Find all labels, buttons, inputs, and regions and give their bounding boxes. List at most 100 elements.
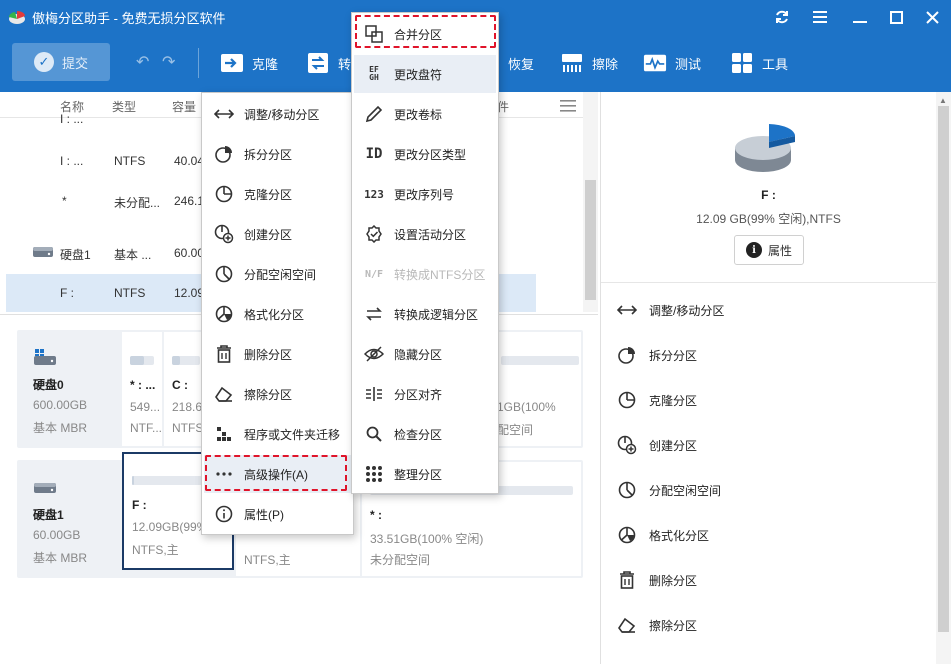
id-icon: ID <box>365 146 383 162</box>
details-scroll-thumb[interactable] <box>938 106 949 632</box>
highlight-merge <box>355 15 496 48</box>
submenu-item-convert-logical[interactable]: 转换成逻辑分区 <box>354 295 496 333</box>
toolbar-recover-label: 恢复 <box>508 56 535 72</box>
menu-item-clone[interactable]: 克隆分区 <box>204 175 352 213</box>
align-icon <box>364 384 384 404</box>
window-title: 傲梅分区助手 - 免费无损分区软件 <box>32 11 226 26</box>
menu-item-format[interactable]: 格式化分区 <box>204 295 352 333</box>
menu-item-label: 调整/移动分区 <box>244 107 320 122</box>
resize-arrows-icon <box>617 300 637 320</box>
refresh-icon[interactable] <box>770 6 794 28</box>
row-name: * <box>62 194 67 208</box>
toolbar-convert-button[interactable]: 转 <box>306 48 351 78</box>
action-split[interactable]: 拆分分区 <box>617 343 697 367</box>
menu-item-resize-move[interactable]: 调整/移动分区 <box>204 95 352 133</box>
partition-size: 549... <box>130 400 161 414</box>
highlight-advanced <box>205 455 347 491</box>
menu-item-create[interactable]: 创建分区 <box>204 215 352 253</box>
submenu-item-convert-ntfs[interactable]: N/F 转换成NTFS分区 <box>354 255 496 293</box>
menu-item-delete[interactable]: 删除分区 <box>204 335 352 373</box>
redo-icon[interactable]: ↷ <box>162 52 175 72</box>
pencil-icon <box>364 104 384 124</box>
selected-partition-detail: 12.09 GB(99% 空闲),NTFS <box>696 212 841 226</box>
row-type: NTFS <box>114 286 146 300</box>
submenu-item-hide[interactable]: 隐藏分区 <box>354 335 496 373</box>
submenu-item-change-label[interactable]: 更改卷标 <box>354 95 496 133</box>
disk-type: 基本 MBR <box>33 421 88 435</box>
menu-item-allocate-free[interactable]: 分配空闲空间 <box>204 255 352 293</box>
submenu-item-change-serial[interactable]: 123 更改序列号 <box>354 175 496 213</box>
toolbar-recover-button[interactable]: 恢复 <box>508 48 534 78</box>
action-delete[interactable]: 删除分区 <box>617 568 697 592</box>
row-capacity: 12.09 <box>174 286 205 300</box>
drive-letter-icon: EF GH <box>369 65 379 82</box>
toolbar-tools-button[interactable]: 工具 <box>730 48 788 78</box>
action-clone[interactable]: 克隆分区 <box>617 388 697 412</box>
menu-icon[interactable] <box>808 6 832 28</box>
submenu-item-change-type[interactable]: ID 更改分区类型 <box>354 135 496 173</box>
trash-icon <box>617 570 637 590</box>
menu-item-split[interactable]: 拆分分区 <box>204 135 352 173</box>
row-type: NTFS <box>114 154 146 168</box>
toolbar-wipe-button[interactable]: 擦除 <box>560 48 618 78</box>
convert-arrows-icon <box>364 304 384 324</box>
menu-item-properties[interactable]: 属性(P) <box>204 495 352 533</box>
column-menu-icon[interactable] <box>560 100 576 112</box>
properties-button[interactable]: i 属性 <box>734 235 804 265</box>
submenu-item-check[interactable]: 检查分区 <box>354 415 496 453</box>
menu-item-wipe[interactable]: 擦除分区 <box>204 375 352 413</box>
split-pie-icon <box>617 345 637 365</box>
submenu-item-label: 更改分区类型 <box>394 147 467 162</box>
disk-icon <box>33 480 57 496</box>
partition-size: 12.09GB(99% <box>132 520 208 534</box>
menu-item-label: 创建分区 <box>244 227 293 242</box>
submenu-item-set-active[interactable]: 设置活动分区 <box>354 215 496 253</box>
row-capacity: 60.00 <box>174 246 205 260</box>
format-icon <box>617 525 637 545</box>
partition-fs: 配空间 <box>497 423 534 437</box>
row-name: I : ... <box>60 154 84 168</box>
submenu-item-align[interactable]: 分区对齐 <box>354 375 496 413</box>
list-scrollbar[interactable] <box>583 92 598 312</box>
app-logo-icon <box>8 9 26 25</box>
convert-icon <box>306 52 330 74</box>
action-allocate-free[interactable]: 分配空闲空间 <box>617 478 721 502</box>
hidden-eye-icon <box>364 344 384 364</box>
disk-info: 硬盘0 600.00GB 基本 MBR <box>17 330 121 448</box>
toolbar-wipe-label: 擦除 <box>592 56 619 72</box>
details-scrollbar[interactable]: ▲ <box>936 92 951 664</box>
maximize-icon[interactable] <box>884 6 908 28</box>
partition-block-unallocated[interactable]: 1GB(100% 配空间 <box>493 332 581 446</box>
row-name: 硬盘1 <box>60 248 91 262</box>
disk-info: 硬盘1 60.00GB 基本 MBR <box>17 460 121 578</box>
toolbar-test-button[interactable]: 测试 <box>643 48 701 78</box>
close-icon[interactable] <box>920 6 944 28</box>
eraser-icon <box>214 384 234 404</box>
toolbar-test-label: 测试 <box>675 56 702 72</box>
submenu-item-label: 整理分区 <box>394 467 443 482</box>
disk-size: 600.00GB <box>33 398 88 412</box>
action-wipe[interactable]: 擦除分区 <box>617 613 697 637</box>
action-format[interactable]: 格式化分区 <box>617 523 709 547</box>
menu-item-app-migrate[interactable]: 程序或文件夹迁移 <box>204 415 352 453</box>
action-resize-move[interactable]: 调整/移动分区 <box>617 298 724 322</box>
minimize-icon[interactable] <box>848 6 872 28</box>
undo-icon[interactable]: ↶ <box>136 52 149 72</box>
toolbar-tools-label: 工具 <box>762 56 789 72</box>
menu-item-label: 克隆分区 <box>244 187 293 202</box>
submenu-item-change-letter[interactable]: EF GH 更改盘符 <box>354 55 496 93</box>
scroll-up-icon[interactable]: ▲ <box>939 96 947 105</box>
toolbar-convert-label: 转 <box>338 56 352 72</box>
submit-button[interactable]: ✓ 提交 <box>12 43 110 81</box>
submenu-item-label: 检查分区 <box>394 427 443 442</box>
action-label: 格式化分区 <box>649 528 710 543</box>
allocate-space-icon <box>214 264 234 284</box>
toolbar-clone-button[interactable]: 克隆 <box>220 48 278 78</box>
disk-name: 硬盘1 <box>33 508 64 522</box>
partition-block[interactable]: * : ... 549... NTF... <box>122 332 162 446</box>
disk-size: 60.00GB <box>33 528 81 542</box>
action-create[interactable]: 创建分区 <box>617 433 697 457</box>
list-scroll-thumb[interactable] <box>585 180 596 300</box>
tools-icon <box>730 52 754 74</box>
submenu-item-defrag[interactable]: 整理分区 <box>354 455 496 493</box>
